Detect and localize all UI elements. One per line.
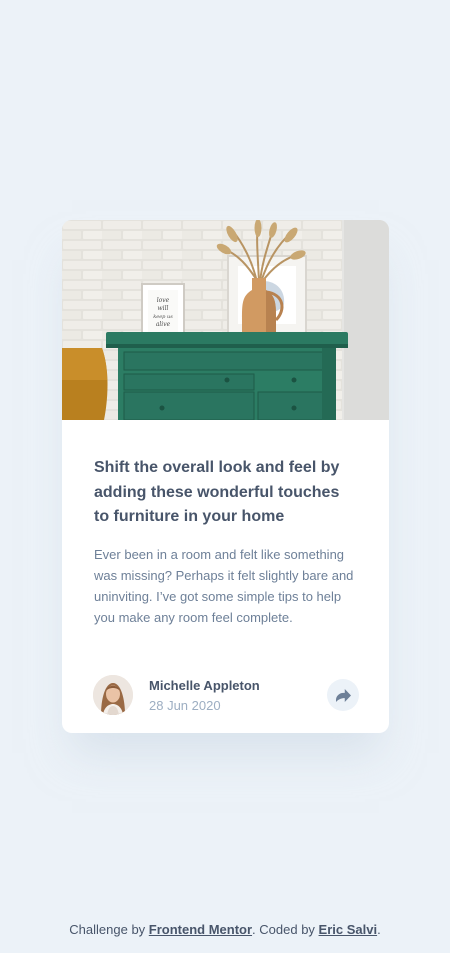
avatar-image bbox=[93, 675, 133, 715]
share-icon bbox=[335, 688, 351, 702]
frame-text-3: keep us bbox=[153, 314, 173, 320]
frame-text-1: love bbox=[157, 297, 170, 304]
drawers-illustration: love will keep us alive bbox=[62, 220, 389, 420]
frontend-mentor-link[interactable]: Frontend Mentor bbox=[149, 922, 252, 937]
author-name: Michelle Appleton bbox=[149, 678, 260, 693]
article-excerpt: Ever been in a room and felt like someth… bbox=[94, 546, 354, 625]
share-button[interactable] bbox=[327, 679, 359, 711]
attribution-prefix: Challenge by bbox=[69, 922, 149, 937]
author-link[interactable]: Eric Salvi bbox=[319, 922, 378, 937]
publish-date: 28 Jun 2020 bbox=[149, 698, 221, 713]
avatar bbox=[93, 675, 133, 715]
attribution-middle: . Coded by bbox=[252, 922, 319, 937]
card-body: Shift the overall look and feel by addin… bbox=[62, 420, 389, 628]
author-footer: Michelle Appleton 28 Jun 2020 bbox=[93, 675, 359, 715]
attribution: Challenge by Frontend Mentor. Coded by E… bbox=[0, 922, 450, 937]
article-title[interactable]: Shift the overall look and feel by addin… bbox=[94, 456, 358, 530]
frame-text-2: will bbox=[158, 305, 169, 312]
frame-text-4: alive bbox=[156, 321, 171, 328]
article-image: love will keep us alive bbox=[62, 220, 389, 420]
attribution-suffix: . bbox=[377, 922, 381, 937]
article-card: love will keep us alive Shift the overal… bbox=[62, 220, 389, 733]
